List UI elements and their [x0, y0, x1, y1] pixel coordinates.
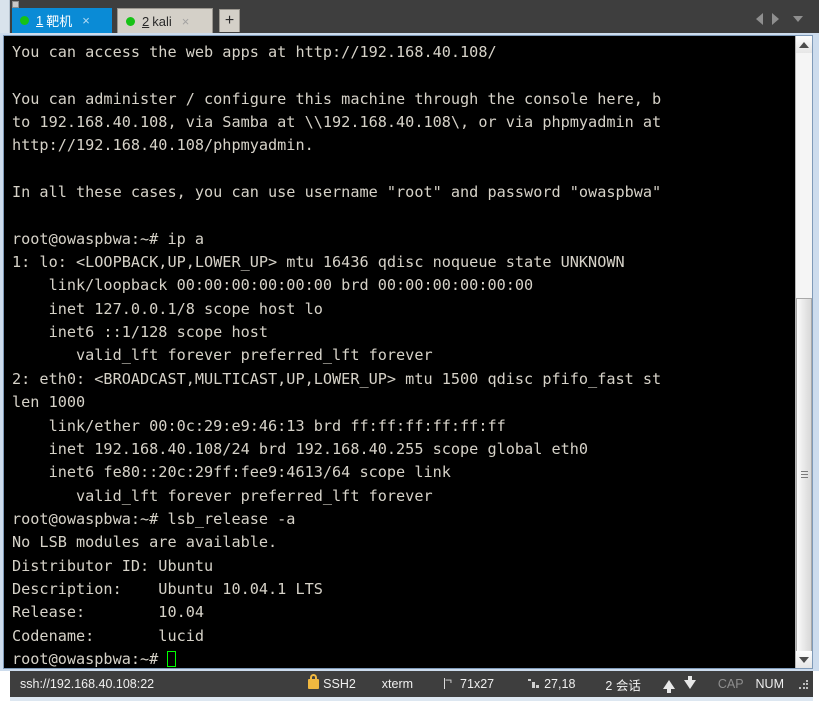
protocol-indicator: SSH2: [308, 674, 356, 691]
terminal-output: You can access the web apps at http://19…: [12, 41, 788, 668]
connection-status-dot-icon: [126, 16, 135, 26]
terminal-line: 1: lo: <LOOPBACK,UP,LOWER_UP> mtu 16436 …: [12, 253, 625, 272]
caps-lock-indicator: CAP: [717, 677, 744, 691]
status-bar-underline: [10, 697, 813, 701]
tab-list-chevron-down-icon[interactable]: [793, 16, 803, 22]
terminal-line: http://192.168.40.108/phpmyadmin.: [12, 136, 314, 155]
upload-arrow-icon[interactable]: [662, 679, 675, 693]
status-bar-content: ssh://192.168.40.108:22 SSH2 xterm 71x27…: [10, 671, 813, 697]
terminal-line: len 1000: [12, 393, 86, 412]
session-count-indicator: 2 会话: [605, 678, 641, 693]
terminal-line: valid_lft forever preferred_lft forever: [12, 486, 433, 505]
terminal-line: In all these cases, you can use username…: [12, 183, 662, 202]
terminal-line: Description: Ubuntu 10.04.1 LTS: [12, 579, 323, 598]
status-bar: ssh://192.168.40.108:22 SSH2 xterm 71x27…: [0, 671, 819, 707]
window-corner-marker: [12, 1, 19, 8]
scroll-tabs-right-icon[interactable]: [772, 13, 779, 25]
cursor-position-label: 27,18: [544, 677, 576, 691]
terminal-line: No LSB modules are available.: [12, 533, 278, 552]
terminal-line: You can access the web apps at http://19…: [12, 43, 497, 61]
connection-status-dot-icon: [20, 16, 29, 25]
cursor-position-icon: [528, 678, 540, 690]
terminal-line: link/loopback 00:00:00:00:00:00 brd 00:0…: [12, 276, 534, 295]
window-size-indicator: 71x27: [443, 677, 494, 691]
protocol-label: SSH2: [323, 677, 356, 691]
tab-session-2[interactable]: 2 kali ×: [117, 8, 213, 33]
terminal-line: Release: 10.04: [12, 603, 205, 622]
scrollbar-grip-icon: [801, 470, 808, 481]
terminal-line: valid_lft forever preferred_lft forever: [12, 346, 433, 365]
tab-number: 1: [36, 13, 44, 28]
triangle-down-icon: [799, 656, 809, 663]
terminal-line: inet 127.0.0.1/8 scope host lo: [12, 299, 323, 318]
triangle-up-icon: [799, 41, 809, 48]
terminal-line: 2: eth0: <BROADCAST,MULTICAST,UP,LOWER_U…: [12, 369, 662, 388]
terminal-vertical-scrollbar[interactable]: [795, 36, 812, 668]
terminal-line: Distributor ID: Ubuntu: [12, 556, 214, 575]
shell-prompt: root@owaspbwa:~#: [12, 649, 168, 668]
terminal-line: inet 192.168.40.108/24 brd 192.168.40.25…: [12, 439, 589, 458]
scrollbar-thumb[interactable]: [796, 298, 812, 653]
tab-bar: 1 靶机 × 2 kali × +: [0, 0, 819, 33]
terminal-line: root@owaspbwa:~# lsb_release -a: [12, 509, 296, 528]
terminal-screen[interactable]: You can access the web apps at http://19…: [3, 35, 813, 669]
new-tab-button[interactable]: +: [219, 9, 240, 32]
download-arrow-icon[interactable]: [683, 675, 696, 689]
window-size-label: 71x27: [460, 677, 495, 691]
close-icon[interactable]: ×: [182, 15, 190, 28]
terminal-line: root@owaspbwa:~# ip a: [12, 229, 205, 248]
terminal-line: inet6 fe80::20c:29ff:fee9:4613/64 scope …: [12, 463, 451, 482]
terminal-line: link/ether 00:0c:29:e9:46:13 brd ff:ff:f…: [12, 416, 506, 435]
terminal-line: to 192.168.40.108, via Samba at \\192.16…: [12, 113, 662, 132]
tab-label: kali: [152, 13, 172, 29]
terminal-line: You can administer / configure this mach…: [12, 89, 662, 108]
tab-number: 2: [142, 13, 150, 29]
session-url: ssh://192.168.40.108:22: [20, 677, 155, 691]
lock-icon: [308, 674, 320, 689]
close-icon[interactable]: ×: [82, 14, 90, 27]
terminal-frame: You can access the web apps at http://19…: [0, 33, 819, 671]
scroll-down-button[interactable]: [796, 651, 812, 668]
terminal-line: inet6 ::1/128 scope host: [12, 323, 269, 342]
resize-icon: [443, 678, 455, 690]
tab-session-1[interactable]: 1 靶机 ×: [12, 8, 112, 33]
tab-bar-left-gutter: [0, 0, 10, 33]
resize-grip-icon[interactable]: [798, 678, 809, 690]
secure-crt-window: 1 靶机 × 2 kali × + You can access the web…: [0, 0, 819, 707]
scroll-up-button[interactable]: [796, 36, 812, 53]
tab-label: 靶机: [46, 14, 73, 29]
cursor-position-indicator: 27,18: [528, 677, 575, 691]
terminal-prompt-line: root@owaspbwa:~#: [12, 648, 788, 668]
terminal-line: Codename: lucid: [12, 626, 205, 645]
emulation-indicator: xterm: [381, 677, 414, 691]
text-cursor: [167, 650, 177, 667]
num-lock-indicator: NUM: [755, 677, 784, 691]
scroll-tabs-left-icon[interactable]: [756, 13, 763, 25]
tab-navigation: [756, 9, 803, 29]
